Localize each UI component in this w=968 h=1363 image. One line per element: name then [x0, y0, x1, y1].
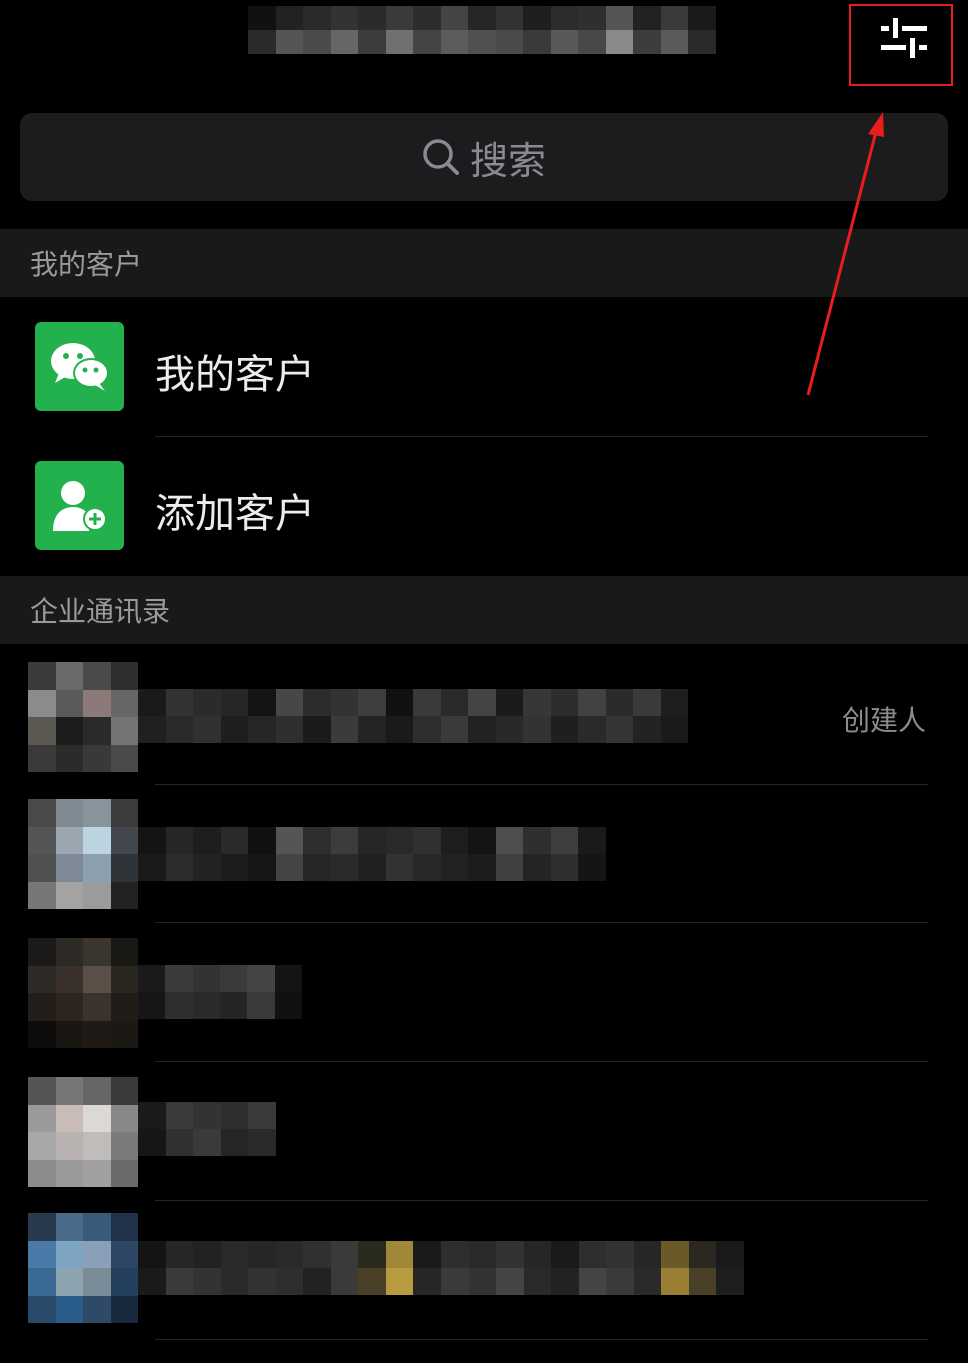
wechat-chat-icon	[35, 322, 124, 411]
section-title: 企业通讯录	[30, 595, 171, 628]
contact-row[interactable]	[0, 923, 968, 1062]
section-title: 我的客户	[30, 248, 143, 281]
section-header-directory: 企业通讯录	[0, 576, 968, 644]
contact-row[interactable]	[0, 1201, 968, 1340]
avatar	[28, 799, 138, 909]
avatar	[28, 662, 138, 772]
contact-name-redacted	[138, 965, 302, 1019]
avatar	[28, 1077, 138, 1187]
contact-row[interactable]: 创建人	[0, 645, 968, 784]
menu-item-my-customers[interactable]: 我的客户	[0, 298, 968, 437]
divider	[155, 1339, 928, 1340]
contact-name-redacted	[138, 1102, 276, 1156]
top-bar	[0, 0, 968, 100]
contact-row[interactable]	[0, 785, 968, 924]
contact-row[interactable]	[0, 1062, 968, 1201]
menu-item-label: 我的客户	[155, 352, 315, 398]
search-bar[interactable]: 搜索	[20, 113, 948, 201]
title-redacted	[248, 6, 716, 54]
search-icon	[423, 139, 459, 175]
menu-item-add-customer[interactable]: 添加客户	[0, 437, 968, 576]
add-person-icon	[35, 461, 124, 550]
section-header-my-customers: 我的客户	[0, 229, 968, 297]
avatar	[28, 938, 138, 1048]
filter-button[interactable]	[849, 4, 953, 86]
menu-item-label: 添加客户	[155, 491, 315, 537]
contact-name-redacted	[138, 689, 688, 743]
sliders-icon	[881, 18, 927, 58]
creator-tag: 创建人	[841, 704, 926, 737]
search-placeholder: 搜索	[469, 138, 546, 183]
contact-name-redacted	[138, 827, 606, 881]
contact-name-redacted	[138, 1241, 744, 1295]
avatar	[28, 1213, 138, 1323]
